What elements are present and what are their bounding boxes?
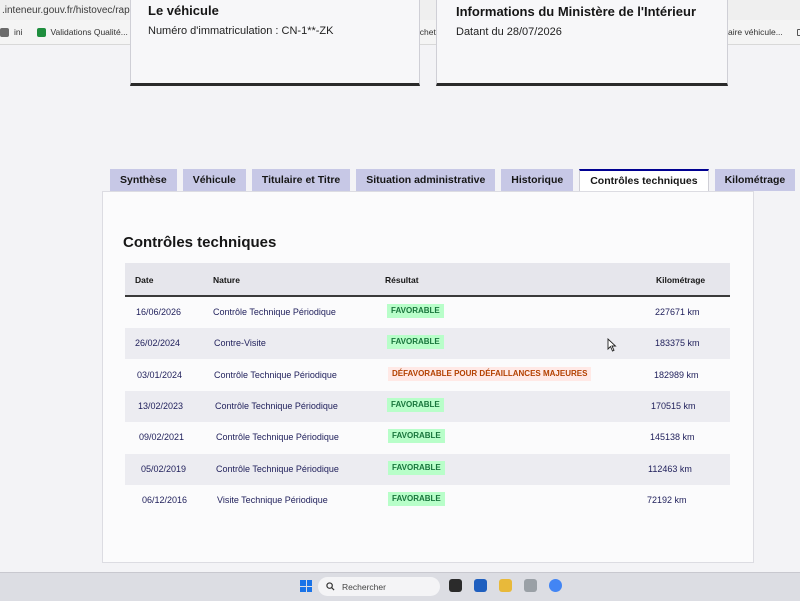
cell-nature: Contrôle Technique Périodique <box>216 432 339 443</box>
cell-mileage: 182989 km <box>654 369 699 380</box>
table-row: 26/02/2024 Contre-Visite FAVORABLE 183375 k… <box>125 328 730 360</box>
cell-nature: Contrôle Technique Périodique <box>216 463 339 474</box>
store-icon[interactable] <box>474 579 487 592</box>
column-date: Date <box>135 275 154 285</box>
chrome-icon[interactable] <box>549 579 562 592</box>
windows-start-icon[interactable] <box>300 580 312 592</box>
tab-situation-administrative[interactable]: Situation administrative <box>356 169 496 191</box>
table-header: Date Nature Résultat Kilométrage <box>125 263 730 297</box>
search-placeholder: Rechercher <box>342 581 386 592</box>
ministry-date: Datant du 28/07/2026 <box>456 26 562 38</box>
search-icon <box>326 582 335 591</box>
cell-mileage: 112463 km <box>648 463 692 474</box>
cell-mileage: 72192 km <box>647 494 687 505</box>
cell-date: 26/02/2024 <box>135 338 181 349</box>
tab-titulaire-et-titre[interactable]: Titulaire et Titre <box>251 169 351 191</box>
ministry-card-title: Informations du Ministère de l'Intérieur <box>456 4 697 19</box>
taskbar: Rechercher <box>0 572 800 601</box>
table-row: 13/02/2023 Contrôle Technique Périodique F… <box>125 390 730 422</box>
cell-nature: Contrôle Technique Périodique <box>213 307 336 317</box>
cell-mileage: 145138 km <box>650 432 695 443</box>
bookmark-item[interactable]: Validations Qualité... <box>36 27 128 37</box>
cell-mileage: 227671 km <box>655 307 700 317</box>
cell-date: 09/02/2021 <box>139 432 185 443</box>
table-row: 03/01/2024 Contrôle Technique Périodique D… <box>125 360 730 391</box>
cell-mileage: 183375 km <box>655 338 700 349</box>
tab-controles-techniques[interactable]: Contrôles techniques <box>579 169 709 191</box>
cell-mileage: 170515 km <box>651 400 696 411</box>
cell-date: 05/02/2019 <box>141 463 187 474</box>
cell-nature: Visite Technique Périodique <box>217 494 328 505</box>
bookmark-item[interactable]: ini <box>0 27 23 37</box>
tab-historique[interactable]: Historique <box>501 169 574 191</box>
vehicle-card: Le véhicule Numéro d'immatriculation : C… <box>130 0 420 86</box>
cell-date: 06/12/2016 <box>142 494 188 505</box>
mouse-cursor-icon <box>607 338 617 352</box>
ministry-card: Informations du Ministère de l'Intérieur… <box>436 0 728 86</box>
vehicle-card-title: Le véhicule <box>148 3 219 18</box>
file-explorer-icon[interactable] <box>499 579 512 592</box>
column-mileage: Kilométrage <box>656 275 706 285</box>
result-badge: FAVORABLE <box>387 397 444 412</box>
table-row: 16/06/2026 Contrôle Technique Périodique F… <box>125 297 730 328</box>
cell-nature: Contrôle Technique Périodique <box>215 400 338 411</box>
column-result: Résultat <box>385 275 419 285</box>
result-badge: FAVORABLE <box>387 335 444 350</box>
sheets-icon <box>36 27 46 37</box>
tab-list: Synthèse Véhicule Titulaire et Titre Situat… <box>110 169 800 191</box>
cell-date: 13/02/2023 <box>138 400 184 411</box>
table-row: 05/02/2019 Contrôle Technique Périodique F… <box>125 453 730 485</box>
bookmark-label: Validations Qualité... <box>50 27 128 37</box>
cell-nature: Contre-Visite <box>214 338 266 349</box>
result-badge: DÉFAVORABLE POUR DÉFAILLANCES MAJEURES <box>388 366 592 381</box>
calculator-icon[interactable] <box>524 579 537 592</box>
table-row: 09/02/2021 Contrôle Technique Périodique F… <box>125 422 730 453</box>
table-row: 06/12/2016 Visite Technique Périodique FAV… <box>125 485 730 516</box>
plate-number: Numéro d'immatriculation : CN-1**-ZK <box>148 25 334 37</box>
cell-date: 03/01/2024 <box>137 369 183 380</box>
section-title: Contrôles techniques <box>123 234 277 251</box>
bookmark-icon <box>0 27 9 37</box>
taskbar-search[interactable]: Rechercher <box>318 577 440 596</box>
result-badge: FAVORABLE <box>388 429 445 444</box>
cell-date: 16/06/2026 <box>136 307 182 317</box>
cell-nature: Contrôle Technique Périodique <box>214 369 337 380</box>
result-badge: FAVORABLE <box>388 491 445 506</box>
result-badge: FAVORABLE <box>388 460 445 475</box>
column-nature: Nature <box>213 275 240 285</box>
tab-vehicule[interactable]: Véhicule <box>182 169 246 191</box>
task-view-icon[interactable] <box>449 579 462 592</box>
result-badge: FAVORABLE <box>387 304 444 318</box>
bookmark-label: ini <box>14 27 23 37</box>
tab-synthese[interactable]: Synthèse <box>110 169 177 191</box>
tab-kilometrage[interactable]: Kilométrage <box>714 169 796 191</box>
